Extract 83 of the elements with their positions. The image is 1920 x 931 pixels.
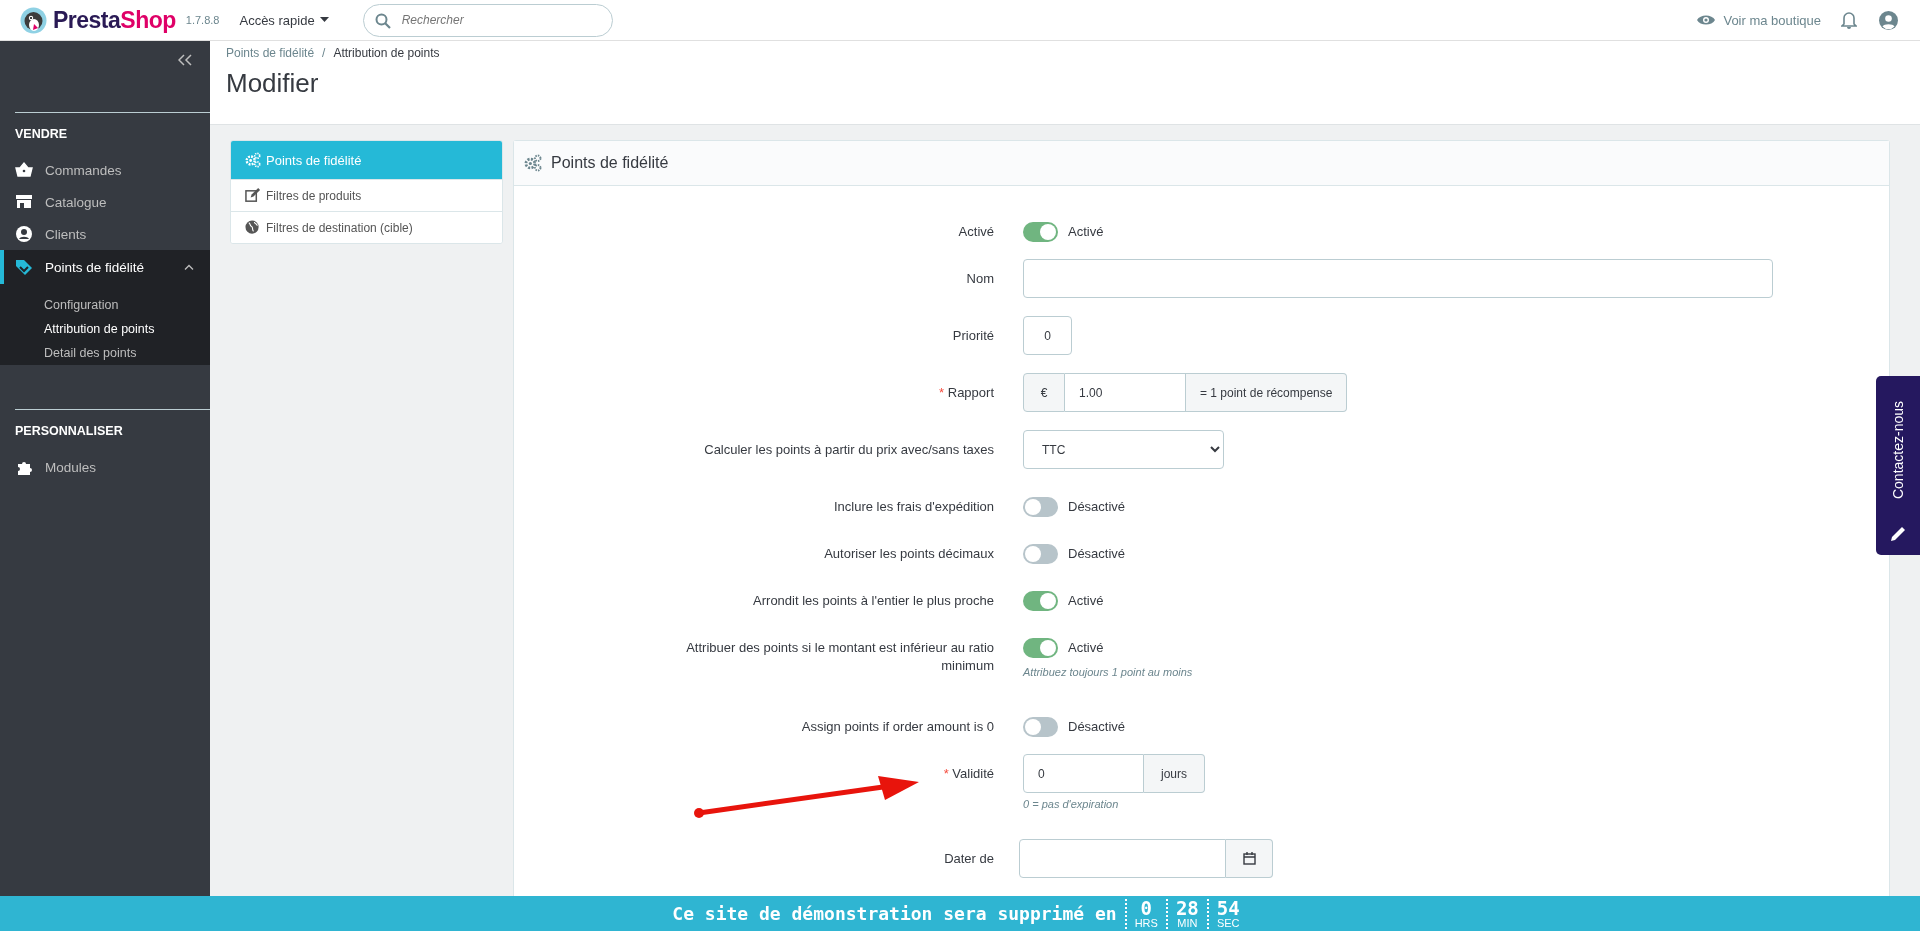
section-heading: PERSONNALISER: [15, 424, 124, 439]
field-label: Priorité: [952, 327, 994, 345]
sidebar-item[interactable]: Modules: [0, 451, 210, 483]
countdown-unit: HRS: [1134, 917, 1158, 929]
prestashop-logo[interactable]: PrestaShop: [20, 6, 176, 34]
toggle-switch[interactable]: [1023, 637, 1058, 658]
field-label: Activé: [958, 223, 994, 241]
toggle-state-text: Activé: [1068, 224, 1104, 239]
sidebar-item[interactable]: Points de fidélité: [0, 250, 210, 284]
caret-icon: [319, 17, 329, 23]
countdown-unit: MIN: [1177, 917, 1198, 929]
edit-icon: [245, 187, 261, 204]
toggle-switch[interactable]: [1023, 543, 1058, 564]
breadcrumb-separator: /: [322, 46, 326, 60]
parrot-logo-icon: [20, 6, 47, 34]
collapse-icon[interactable]: [178, 54, 192, 66]
toggle-state-text: Activé: [1068, 593, 1104, 608]
breadcrumb-link[interactable]: Points de fidélité: [226, 46, 315, 60]
version-text: 1.7.8.8: [185, 14, 220, 26]
pencil-icon: [1889, 525, 1907, 543]
text-input[interactable]: [1023, 259, 1773, 298]
section-heading: VENDRE: [15, 127, 69, 142]
field-label: Dater de: [944, 850, 994, 868]
user-avatar-icon[interactable]: [1879, 10, 1898, 30]
field-label: Arrondit les points à l'entier le plus proche: [753, 592, 994, 610]
quick-access-menu[interactable]: Accès rapide: [235, 8, 333, 32]
date-input[interactable]: [1019, 839, 1226, 878]
help-text: Attribuez toujours 1 point au moins: [1023, 665, 1193, 679]
ratio-input[interactable]: 1.00: [1065, 373, 1186, 412]
contact-tab[interactable]: Contactez-nous: [1876, 376, 1920, 555]
panel-title: Points de fidélité: [551, 154, 669, 172]
countdown-value: 54: [1216, 898, 1240, 918]
days-addon: jours: [1144, 754, 1205, 793]
toggle-state-text: Désactivé: [1068, 499, 1126, 514]
field-label: Inclure les frais d'expédition: [834, 498, 994, 516]
toggle-state-text: Activé: [1068, 640, 1104, 655]
calendar-icon: [1242, 852, 1256, 865]
countdown-value: 28: [1175, 898, 1199, 918]
field-label: Autoriser les points décimaux: [824, 545, 994, 563]
sidebar-item[interactable]: Catalogue: [0, 186, 210, 218]
tab[interactable]: Filtres de destination (cible): [231, 211, 502, 243]
gears-icon: [524, 154, 542, 172]
menu-item-icon: [15, 258, 33, 276]
countdown-value: 0: [1140, 898, 1152, 918]
field-label: * Validité: [943, 765, 994, 783]
gears-icon: [245, 152, 261, 168]
field-label: * Rapport: [939, 384, 994, 402]
menu-item-icon: [15, 193, 33, 211]
field-label: Calculer les points à partir du prix avec/sans taxes: [704, 441, 994, 459]
submenu-item[interactable]: Configuration: [0, 293, 119, 317]
sidebar-item[interactable]: Commandes: [0, 154, 210, 186]
page-title: Modifier: [226, 68, 320, 99]
breadcrumb-current: Attribution de points: [333, 46, 440, 60]
eye-icon: [1697, 14, 1716, 26]
search-field[interactable]: Rechercher: [362, 3, 613, 37]
globe-icon: [245, 219, 261, 236]
toggle-switch[interactable]: [1023, 496, 1058, 517]
toggle-switch[interactable]: [1023, 716, 1058, 737]
field-label: Nom: [966, 270, 994, 288]
help-text: 0 = pas d'expiration: [1023, 797, 1119, 811]
search-icon: [374, 12, 391, 29]
menu-item-icon: [15, 225, 33, 243]
toggle-switch[interactable]: [1023, 590, 1058, 611]
validity-input[interactable]: 0: [1023, 754, 1144, 793]
toggle-state-text: Désactivé: [1068, 719, 1126, 734]
field-label: Attribuer des points si le montant est inférieur au ratio minimum: [685, 639, 994, 675]
logo-text: PrestaShop: [53, 6, 176, 34]
toggle-switch[interactable]: [1023, 221, 1058, 242]
calendar-button[interactable]: [1226, 839, 1273, 878]
submenu-item[interactable]: Detail des points: [0, 341, 137, 365]
ratio-addon: = 1 point de récompense: [1186, 373, 1348, 412]
toggle-state-text: Désactivé: [1068, 546, 1126, 561]
bell-icon[interactable]: [1841, 11, 1857, 29]
demo-message: Ce site de démonstration sera supprimé en: [672, 903, 1117, 924]
sidebar-item[interactable]: Clients: [0, 218, 210, 250]
number-input[interactable]: 0: [1023, 316, 1072, 355]
countdown-unit: SEC: [1216, 917, 1240, 929]
menu-item-icon: [15, 161, 33, 179]
currency-addon: €: [1023, 373, 1065, 412]
view-shop-link[interactable]: Voir ma boutique: [1697, 12, 1821, 28]
tax-select[interactable]: TTC: [1023, 430, 1224, 469]
submenu-item[interactable]: Attribution de points: [0, 317, 155, 341]
field-label: Assign points if order amount is 0: [801, 718, 994, 736]
